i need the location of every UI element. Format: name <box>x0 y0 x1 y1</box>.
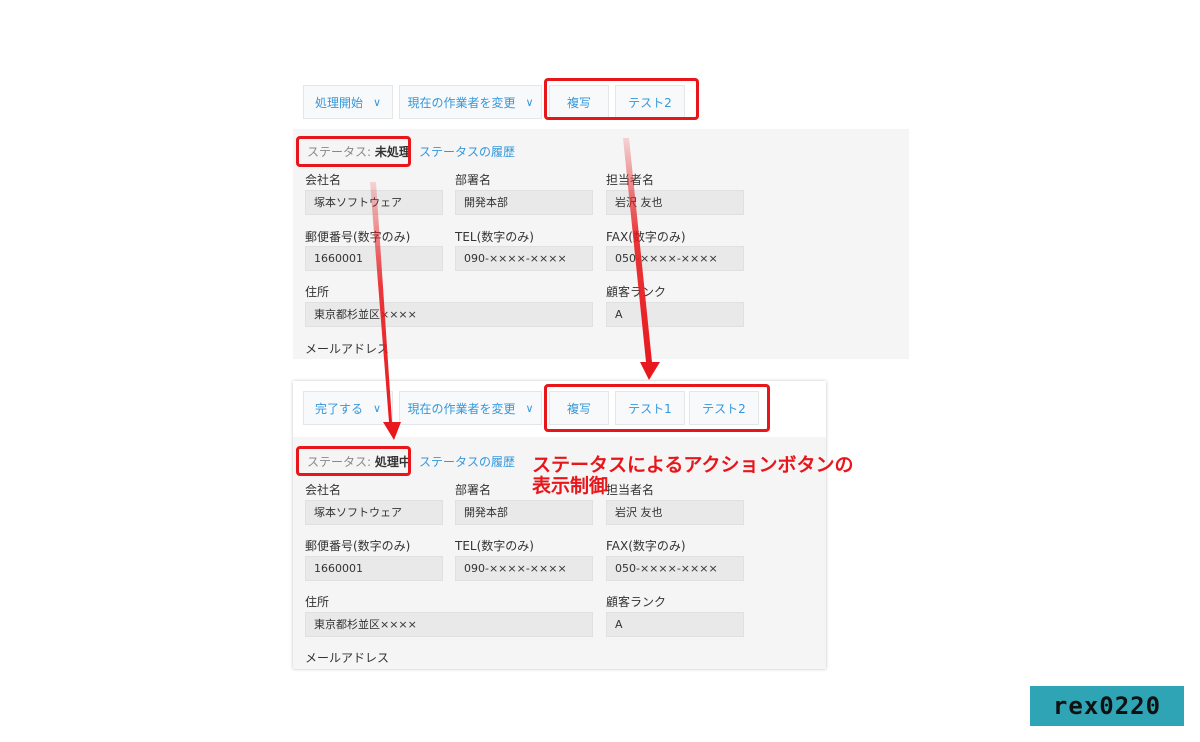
zip-label: 郵便番号(数字のみ) <box>305 230 411 244</box>
chevron-down-icon: ∨ <box>525 95 534 109</box>
rank-field[interactable]: A <box>606 612 744 637</box>
address-field[interactable]: 東京都杉並区×××× <box>305 612 593 637</box>
address-field[interactable]: 東京都杉並区×××× <box>305 302 593 327</box>
annotation-text: ステータスによるアクションボタンの 表示制御 <box>532 455 853 497</box>
company-label: 会社名 <box>305 483 342 497</box>
complete-action-label: 完了する <box>314 401 363 416</box>
department-field[interactable]: 開発本部 <box>455 500 593 525</box>
chevron-down-icon: ∨ <box>372 95 382 109</box>
tel-label: TEL(数字のみ) <box>455 539 534 553</box>
tel-field[interactable]: 090-××××-×××× <box>455 246 593 271</box>
address-label: 住所 <box>305 285 330 299</box>
watermark-badge: rex0220 <box>1030 686 1184 726</box>
change-assignee-button[interactable]: 現在の作業者を変更 ∨ <box>399 391 542 425</box>
highlight-box-status-before <box>296 136 411 167</box>
person-field[interactable]: 岩沢 友也 <box>606 500 744 525</box>
fax-field[interactable]: 050-××××-×××× <box>606 246 744 271</box>
person-field[interactable]: 岩沢 友也 <box>606 190 744 215</box>
person-label: 担当者名 <box>606 173 655 187</box>
company-field[interactable]: 塚本ソフトウェア <box>305 190 443 215</box>
status-history-link[interactable]: ステータスの履歴 <box>419 143 515 160</box>
address-label: 住所 <box>305 595 330 609</box>
annotation-line-1: ステータスによるアクションボタンの <box>532 454 854 476</box>
department-label: 部署名 <box>455 173 492 187</box>
process-action-label: 処理開始 <box>314 95 363 110</box>
fax-field[interactable]: 050-××××-×××× <box>606 556 744 581</box>
zip-label: 郵便番号(数字のみ) <box>305 539 411 553</box>
annotation-line-2: 表示制御 <box>532 475 609 497</box>
highlight-box-buttons-after <box>544 384 770 432</box>
highlight-box-buttons-before <box>544 78 699 120</box>
department-field[interactable]: 開発本部 <box>455 190 593 215</box>
highlight-box-status-after <box>296 446 411 476</box>
zip-field[interactable]: 1660001 <box>305 556 443 581</box>
chevron-down-icon: ∨ <box>525 401 534 415</box>
rank-field[interactable]: A <box>606 302 744 327</box>
fax-label: FAX(数字のみ) <box>606 539 686 553</box>
process-action-button[interactable]: 処理開始 ∨ <box>303 85 393 119</box>
company-label: 会社名 <box>305 173 342 187</box>
company-field[interactable]: 塚本ソフトウェア <box>305 500 443 525</box>
fax-label: FAX(数字のみ) <box>606 230 686 244</box>
rank-label: 顧客ランク <box>606 285 667 299</box>
department-label: 部署名 <box>455 483 492 497</box>
email-label: メールアドレス <box>305 651 390 665</box>
rank-label: 顧客ランク <box>606 595 667 609</box>
change-assignee-button[interactable]: 現在の作業者を変更 ∨ <box>399 85 542 119</box>
change-assignee-label: 現在の作業者を変更 <box>407 401 516 416</box>
change-assignee-label: 現在の作業者を変更 <box>407 95 516 110</box>
status-history-link[interactable]: ステータスの履歴 <box>419 453 515 470</box>
tel-label: TEL(数字のみ) <box>455 230 534 244</box>
email-label: メールアドレス <box>305 342 390 356</box>
tel-field[interactable]: 090-××××-×××× <box>455 556 593 581</box>
complete-action-button[interactable]: 完了する ∨ <box>303 391 393 425</box>
zip-field[interactable]: 1660001 <box>305 246 443 271</box>
chevron-down-icon: ∨ <box>372 401 382 415</box>
